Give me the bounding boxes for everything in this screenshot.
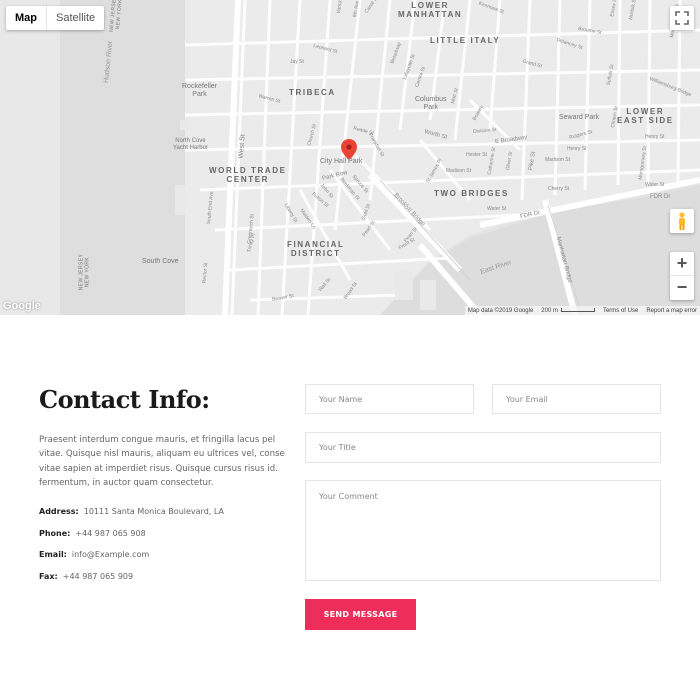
label-seward-park: Seward Park — [559, 114, 600, 121]
place-two-bridges: TWO BRIDGES — [434, 189, 509, 198]
street-henry-st-2: Henry St — [567, 146, 587, 152]
fullscreen-button[interactable] — [670, 6, 694, 30]
pegman-icon — [679, 212, 685, 230]
label-south-cove: South Cove — [142, 258, 179, 265]
send-message-button[interactable]: SEND MESSAGE — [305, 599, 416, 630]
fax-label: Fax: — [39, 572, 58, 581]
zoom-in-button[interactable]: + — [670, 252, 694, 276]
map[interactable]: LOWER MANHATTAN LITTLE ITALY TRIBECA LOW… — [0, 0, 700, 315]
phone-label: Phone: — [39, 529, 71, 538]
contact-email: Email: info@Example.com — [39, 550, 149, 559]
report-error-link[interactable]: Report a map error — [646, 308, 697, 314]
terms-link[interactable]: Terms of Use — [603, 308, 638, 314]
map-scale[interactable]: 200 m — [541, 308, 595, 314]
street-view-pegman-button[interactable] — [670, 209, 694, 233]
map-attribution: Map data ©2019 Google 200 m Terms of Use… — [464, 306, 700, 315]
street-cherry-st: Cherry St — [548, 186, 570, 192]
comment-textarea[interactable]: Your Comment — [305, 480, 661, 581]
contact-description: Praesent interdum congue mauris, et frin… — [39, 435, 285, 488]
street-madison-st: Madison St — [545, 157, 571, 163]
fax-value: +44 987 065 909 — [62, 572, 134, 581]
zoom-control: + − — [670, 252, 694, 300]
map-data-text: Map data ©2019 Google — [467, 308, 534, 314]
fullscreen-icon — [675, 11, 689, 25]
email-label: Email: — [39, 550, 67, 559]
label-new-jersey: NEW JERSEY NEW YORK — [78, 253, 91, 291]
street-hester-st: Hester St — [466, 152, 487, 158]
label-city-hall-park: City Hall Park — [320, 158, 363, 165]
map-type-satellite-button[interactable]: Satellite — [46, 6, 104, 30]
contact-fax: Fax: +44 987 065 909 — [39, 572, 133, 581]
address-label: Address: — [39, 507, 79, 516]
email-value: info@Example.com — [71, 550, 150, 559]
title-input[interactable]: Your Title — [305, 432, 661, 463]
street-water-st: Water St — [487, 206, 507, 212]
street-jay-st: Jay St — [290, 59, 304, 65]
phone-value: +44 987 065 908 — [75, 529, 146, 538]
street-madison-st-2: Madison St — [446, 168, 472, 174]
email-input[interactable]: Your Email — [492, 384, 661, 414]
place-lower-manhattan: LOWER MANHATTAN — [398, 1, 463, 19]
place-little-italy: LITTLE ITALY — [430, 36, 501, 45]
place-financial-district: FINANCIAL DISTRICT — [287, 240, 345, 258]
street-fdr-dr: FDR Dr — [650, 194, 671, 200]
label-north-cove: North Cove Yacht Harbor — [173, 138, 208, 151]
google-logo[interactable]: Google — [3, 300, 41, 312]
label-rockefeller-park: Rockefeller Park — [182, 83, 218, 98]
name-input[interactable]: Your Name — [305, 384, 474, 414]
place-tribeca: TRIBECA — [289, 88, 336, 97]
contact-phone: Phone: +44 987 065 908 — [39, 529, 146, 538]
street-henry-st: Henry St — [645, 134, 665, 140]
place-lower-east-side: LOWER EAST SIDE — [617, 107, 674, 125]
scale-bar-icon — [560, 308, 595, 312]
contact-title: Contact Info: — [39, 385, 210, 414]
map-type-control: Map Satellite — [6, 6, 105, 30]
map-type-map-button[interactable]: Map — [6, 6, 46, 30]
zoom-out-button[interactable]: − — [670, 276, 694, 300]
place-world-trade-center: WORLD TRADE CENTER — [209, 166, 287, 184]
label-columbus-park: Columbus Park — [415, 96, 447, 111]
contact-address: Address: 10111 Santa Monica Boulevard, LA — [39, 507, 224, 516]
street-water-st-2: Water St — [645, 182, 665, 188]
address-value: 10111 Santa Monica Boulevard, LA — [83, 507, 224, 516]
